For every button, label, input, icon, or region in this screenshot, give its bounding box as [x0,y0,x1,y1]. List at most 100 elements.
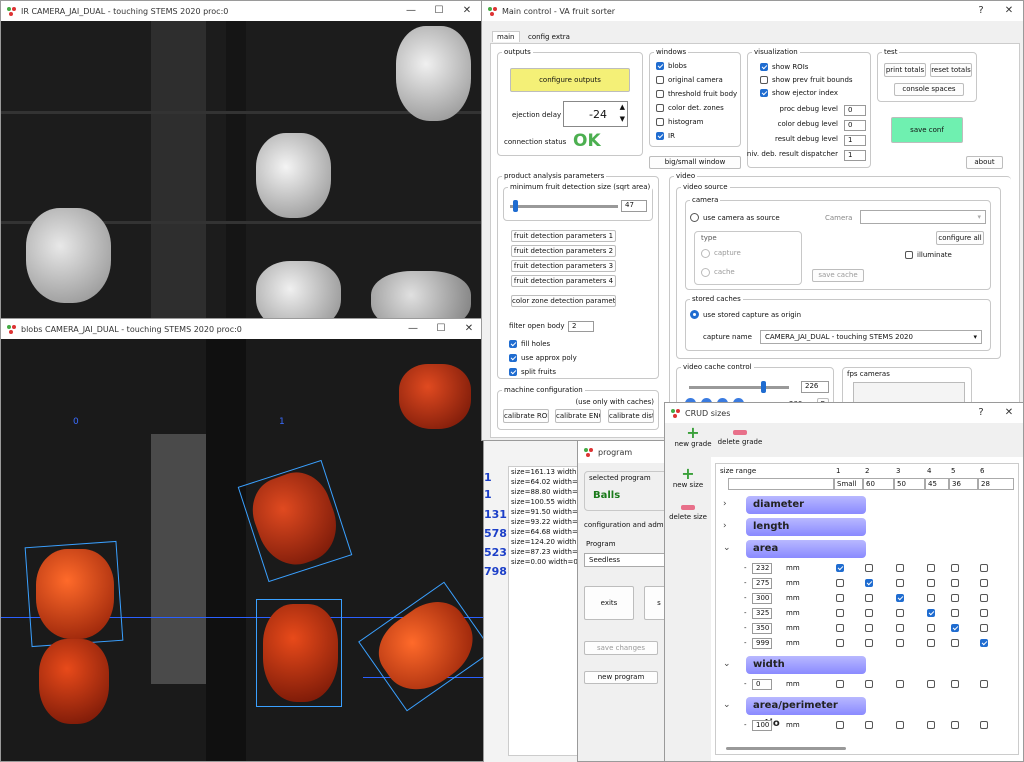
grade-checkbox[interactable] [951,564,959,572]
chevron-right-icon[interactable]: › [723,499,727,509]
grade-checkbox[interactable] [896,594,904,602]
calibrate-roi-button[interactable]: calibrate ROI [503,409,549,423]
size-value-spinbox[interactable]: 325 [752,608,772,619]
grade-checkbox[interactable] [980,639,988,647]
grade-checkbox[interactable] [836,639,844,647]
min-size-spinbox[interactable]: 47 [621,200,647,212]
grade-checkbox[interactable] [927,594,935,602]
category-header[interactable]: width [746,656,866,674]
size-value-spinbox[interactable]: 0 [752,679,772,690]
threshold-fruit-body-checkbox[interactable] [656,90,664,98]
camera-select[interactable]: ▾ [860,210,986,224]
grade-name-cell[interactable]: 60 [863,478,894,490]
grade-checkbox[interactable] [980,624,988,632]
down-arrow-icon[interactable]: ▼ [620,115,625,123]
size-value-spinbox[interactable]: 999 [752,638,772,649]
proc-debug-level-spinbox[interactable]: 0 [844,105,866,116]
grade-checkbox[interactable] [951,579,959,587]
fruit-detection-params-2-button[interactable]: fruit detection parameters 2 [511,245,616,257]
category-header[interactable]: length [746,518,866,536]
grade-checkbox[interactable] [896,609,904,617]
min-size-slider-handle[interactable] [513,200,518,212]
maximize-icon[interactable]: ☐ [425,1,453,21]
size-value-spinbox[interactable]: 100 [752,720,772,731]
show-rois-checkbox[interactable] [760,63,768,71]
cache-slider-handle[interactable] [761,381,766,393]
about-button[interactable]: about [966,156,1003,169]
grade-checkbox[interactable] [927,579,935,587]
configure-outputs-button[interactable]: configure outputs [510,68,630,92]
grade-checkbox[interactable] [865,624,873,632]
grade-name-cell[interactable]: 28 [978,478,1014,490]
horizontal-scrollbar[interactable] [726,747,846,750]
fruit-detection-params-4-button[interactable]: fruit detection parameters 4 [511,275,616,287]
grade-name-cell[interactable]: 36 [949,478,978,490]
size-value-spinbox[interactable]: 232 [752,563,772,574]
grade-checkbox[interactable] [865,579,873,587]
result-debug-level-spinbox[interactable]: 1 [844,135,866,146]
category-header[interactable]: area [746,540,866,558]
cache-radio[interactable] [701,268,710,277]
close-icon[interactable]: ✕ [455,319,483,339]
grade-checkbox[interactable] [951,639,959,647]
grade-checkbox[interactable] [836,579,844,587]
grade-checkbox[interactable] [836,609,844,617]
size-value-spinbox[interactable]: 300 [752,593,772,604]
grade-name-cell[interactable]: 45 [925,478,949,490]
grade-checkbox[interactable] [927,564,935,572]
minimize-icon[interactable]: — [397,1,425,21]
fruit-detection-params-3-button[interactable]: fruit detection parameters 3 [511,260,616,272]
save-changes-button[interactable]: save changes [584,641,658,655]
size-value-spinbox[interactable]: 275 [752,578,772,589]
show-prev-fruit-bounds-checkbox[interactable] [760,76,768,84]
grade-checkbox[interactable] [951,680,959,688]
grade-checkbox[interactable] [951,624,959,632]
console-spaces-button[interactable]: console spaces [894,83,964,96]
grade-checkbox[interactable] [927,680,935,688]
grade-checkbox[interactable] [836,564,844,572]
grade-checkbox[interactable] [896,721,904,729]
help-icon[interactable]: ? [967,1,995,21]
original-camera-checkbox[interactable] [656,76,664,84]
category-header[interactable]: diameter [746,496,866,514]
size-value-spinbox[interactable]: 350 [752,623,772,634]
grade-checkbox[interactable] [980,564,988,572]
grade-checkbox[interactable] [980,594,988,602]
grade-checkbox[interactable] [865,564,873,572]
show-ejector-index-checkbox[interactable] [760,89,768,97]
grade-checkbox[interactable] [865,639,873,647]
big-small-window-button[interactable]: big/small window [649,156,741,169]
blobs-checkbox[interactable] [656,62,664,70]
grade-checkbox[interactable] [896,564,904,572]
delete-grade-button[interactable]: delete grade [717,426,763,456]
maximize-icon[interactable]: ☐ [427,319,455,339]
grade-checkbox[interactable] [927,721,935,729]
crud-window-titlebar[interactable]: CRUD sizes ? ✕ [665,403,1023,423]
ejection-delay-spinbox[interactable]: -24 ▲ ▼ [563,101,628,127]
save-conf-button[interactable]: save conf [891,117,963,143]
delete-size-button[interactable]: delete size [667,501,709,529]
grade-checkbox[interactable] [865,680,873,688]
grade-checkbox[interactable] [980,579,988,587]
grade-checkbox[interactable] [836,680,844,688]
new-program-button[interactable]: new program [584,671,658,684]
grade-checkbox[interactable] [980,609,988,617]
size-list[interactable]: size=161.13 width= size=64.02 width= siz… [508,466,580,756]
color-zone-detection-button[interactable]: color zone detection parameters [511,295,616,307]
chevron-down-icon[interactable]: ⌄ [723,543,731,553]
result-dispatcher-level-spinbox[interactable]: 1 [844,150,866,161]
blobs-window-titlebar[interactable]: blobs CAMERA_JAI_DUAL - touching STEMS 2… [1,319,483,339]
color-det-zones-checkbox[interactable] [656,104,664,112]
tab-config-extra[interactable]: config extra [524,32,574,42]
color-debug-level-spinbox[interactable]: 0 [844,120,866,131]
exits-button[interactable]: exits [584,586,634,620]
chevron-down-icon[interactable]: ⌄ [723,659,731,669]
chevron-down-icon[interactable]: ⌄ [723,700,731,710]
cache-spinbox[interactable]: 226 [801,381,829,393]
fill-holes-checkbox[interactable] [509,340,517,348]
split-fruits-checkbox[interactable] [509,368,517,376]
use-camera-radio[interactable] [690,213,699,222]
grade-checkbox[interactable] [865,594,873,602]
grade-checkbox[interactable] [896,624,904,632]
minimize-icon[interactable]: — [399,319,427,339]
